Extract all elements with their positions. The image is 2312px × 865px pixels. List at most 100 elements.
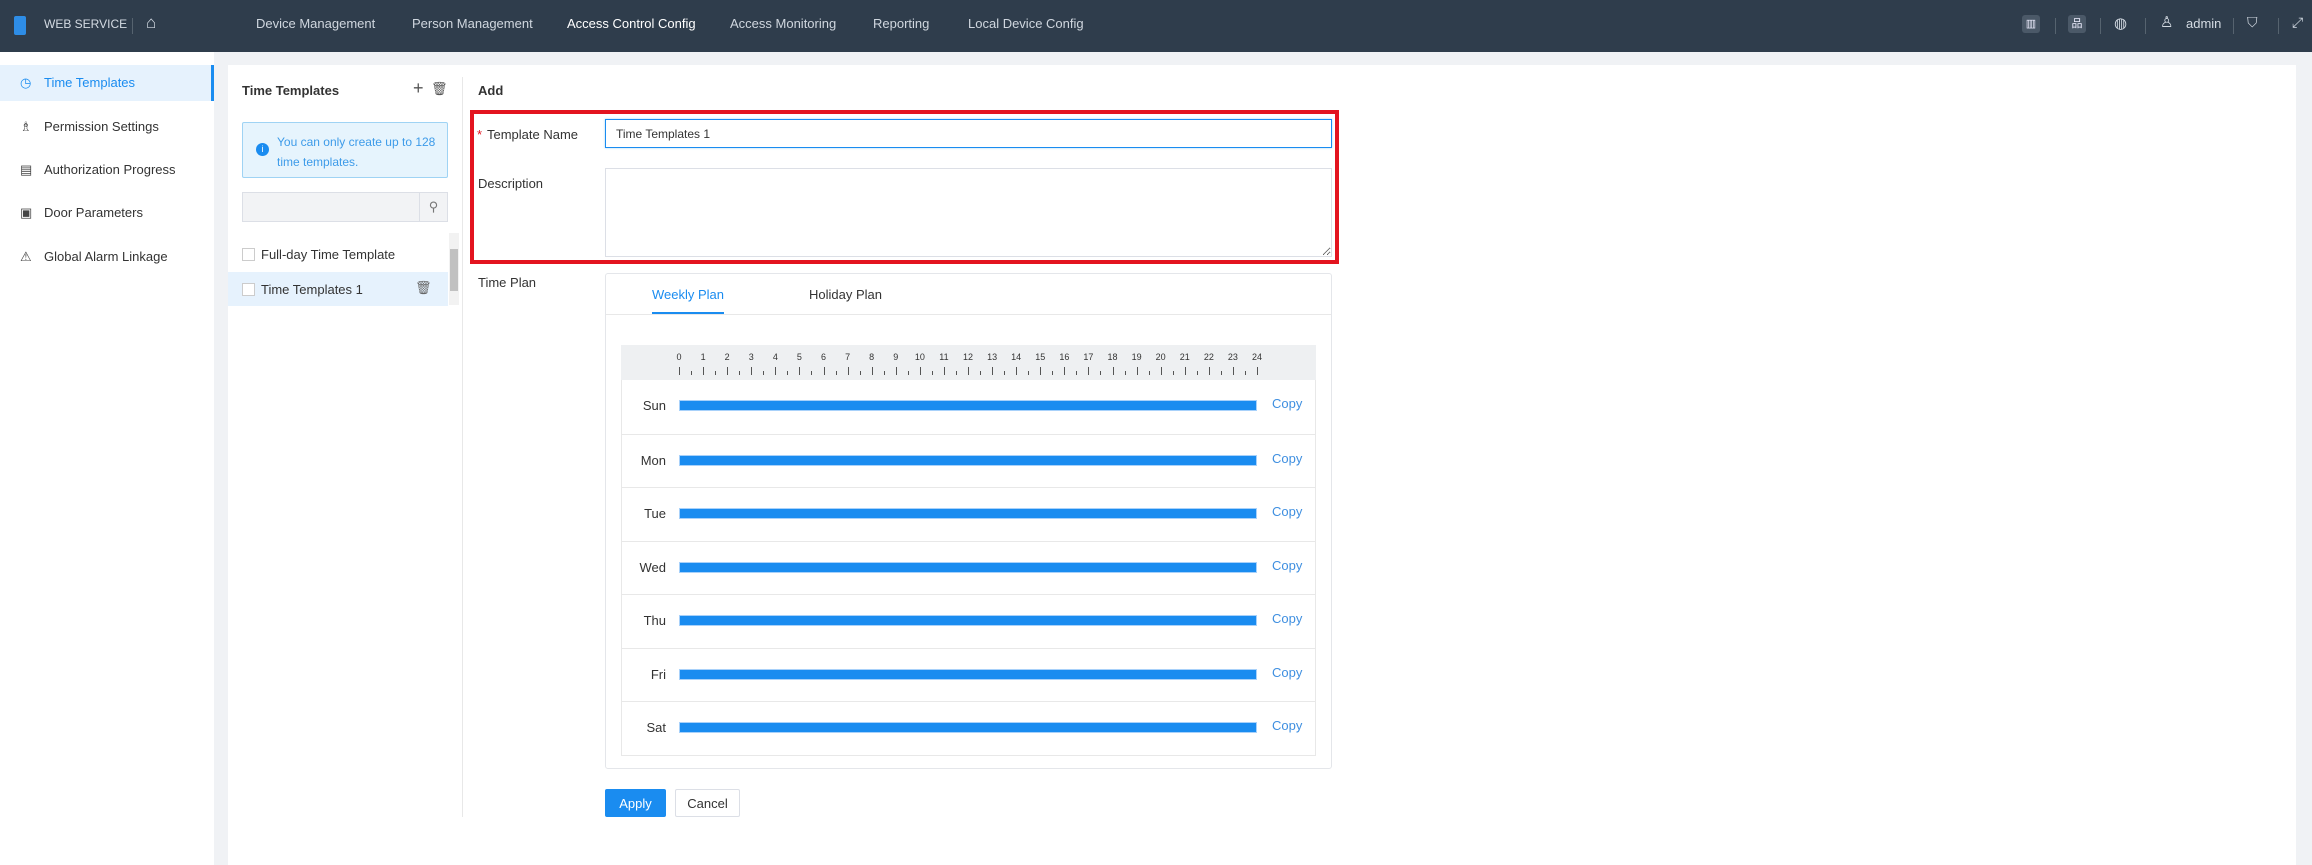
half-hour-tick [1004, 371, 1006, 375]
hour-tick-label: 16 [1059, 352, 1070, 362]
list-item-label: Full-day Time Template [261, 247, 396, 262]
search-input[interactable] [243, 193, 419, 221]
divider [2145, 18, 2146, 34]
hour-tick [1257, 367, 1258, 375]
schedule-bar[interactable] [679, 615, 1257, 626]
time-plan-label: Time Plan [478, 275, 537, 290]
sidebar-item-label: Door Parameters [44, 205, 143, 220]
shield-icon[interactable]: ⛉ [2247, 14, 2258, 31]
sidebar-item-authorization-progress[interactable]: ▤ Authorization Progress [0, 152, 214, 188]
hour-tick [727, 367, 729, 375]
copy-link[interactable]: Copy [1272, 665, 1302, 680]
hour-tick [1040, 367, 1042, 375]
divider [2233, 18, 2234, 34]
list-title: Time Templates [242, 83, 340, 98]
info-text: You can only create up to 128 time templ… [277, 135, 436, 169]
hour-tick-label: 11 [939, 352, 949, 362]
hour-tick-label: 12 [962, 352, 973, 362]
hour-tick-label: 15 [1035, 352, 1046, 362]
schedule-bar[interactable] [679, 668, 1257, 680]
sidebar-item-global-alarm-linkage[interactable]: ⚠ Global Alarm Linkage [0, 239, 214, 275]
hour-tick-label: 0 [676, 352, 682, 362]
nav-access-control-config[interactable]: Access Control Config [567, 0, 696, 52]
nav-reporting[interactable]: Reporting [873, 0, 929, 52]
description-label: Description [478, 176, 544, 191]
hour-tick [751, 367, 753, 375]
schedule-bar[interactable] [679, 454, 1257, 466]
sidebar-item-door-parameters[interactable]: ▣ Door Parameters [0, 195, 214, 231]
half-hour-tick [811, 371, 813, 375]
hour-tick-label: 22 [1203, 352, 1214, 362]
fullscreen-icon[interactable]: ⤢ [2292, 14, 2303, 31]
copy-link[interactable]: Copy [1272, 451, 1302, 466]
add-icon[interactable]: + [413, 78, 424, 99]
checkbox[interactable] [242, 283, 255, 296]
hour-tick-label: 8 [869, 352, 875, 362]
hour-tick-label: 4 [772, 352, 778, 362]
hour-tick-label: 3 [748, 352, 754, 362]
copy-link[interactable]: Copy [1272, 718, 1302, 733]
sidebar-item-time-templates[interactable]: ◷ Time Templates [0, 65, 214, 101]
apply-button[interactable]: Apply [605, 789, 666, 817]
network-icon[interactable]: 品 [2068, 15, 2086, 33]
half-hour-tick [1076, 371, 1078, 375]
hour-tick [1136, 367, 1138, 375]
half-hour-tick [787, 371, 789, 375]
search-icon[interactable]: ⚲ [419, 193, 447, 221]
delete-icon[interactable]: 🗑 [431, 81, 448, 97]
half-hour-tick [980, 371, 982, 375]
template-name-input[interactable] [605, 119, 1332, 148]
schedule-bar[interactable] [679, 722, 1257, 733]
day-row: Mon Copy [621, 433, 1316, 488]
hour-tick [1232, 367, 1234, 375]
checkbox[interactable] [242, 248, 255, 261]
schedule-bar[interactable] [679, 508, 1257, 519]
nav-person-management[interactable]: Person Management [412, 0, 533, 52]
copy-link[interactable]: Copy [1272, 396, 1302, 411]
divider [2100, 18, 2101, 34]
half-hour-tick [1220, 371, 1222, 375]
description-input[interactable] [605, 168, 1332, 257]
tab-weekly-plan[interactable]: Weekly Plan [652, 287, 725, 314]
cancel-button[interactable]: Cancel [675, 789, 740, 817]
copy-link[interactable]: Copy [1272, 611, 1302, 626]
divider [462, 77, 463, 817]
hour-tick-label: 17 [1083, 352, 1094, 362]
half-hour-tick [1148, 371, 1150, 375]
half-hour-tick [1172, 371, 1174, 375]
hour-tick [799, 367, 801, 375]
delete-icon[interactable]: 🗑 [415, 280, 432, 296]
template-name-label: Template Name [487, 127, 579, 142]
hour-tick-label: 13 [987, 352, 998, 362]
list-item[interactable]: Full-day Time Template [228, 237, 448, 273]
half-hour-tick [907, 371, 909, 375]
layout-icon[interactable]: ▥ [2022, 15, 2040, 33]
logo-icon [14, 16, 26, 35]
sidebar-item-permission-settings[interactable]: ♗ Permission Settings [0, 109, 214, 145]
hour-tick-label: 14 [1011, 352, 1022, 362]
username[interactable]: admin [2186, 0, 2221, 48]
nav-local-device-config[interactable]: Local Device Config [968, 0, 1084, 52]
hour-tick-label: 1 [700, 352, 706, 362]
nav-device-management[interactable]: Device Management [256, 0, 375, 52]
copy-link[interactable]: Copy [1272, 504, 1302, 519]
hour-tick [871, 367, 873, 375]
schedule-bar[interactable] [679, 561, 1257, 573]
hour-tick [895, 367, 897, 375]
copy-link[interactable]: Copy [1272, 558, 1302, 573]
user-icon: ♙ [2160, 14, 2174, 31]
home-icon[interactable]: ⌂ [146, 13, 156, 33]
list-item[interactable]: Time Templates 1 🗑 [228, 272, 448, 306]
half-hour-tick [955, 371, 957, 375]
tab-holiday-plan[interactable]: Holiday Plan [809, 287, 882, 302]
hour-tick-label: 7 [845, 352, 851, 362]
scrollbar[interactable] [449, 233, 459, 305]
nav-access-monitoring[interactable]: Access Monitoring [730, 0, 836, 52]
hour-tick [1064, 367, 1066, 375]
hour-tick-label: 6 [820, 352, 826, 362]
alarm-icon: ⚠ [20, 249, 32, 264]
day-label: Fri [650, 666, 666, 682]
divider [2278, 18, 2279, 34]
globe-icon[interactable]: ◍ [2114, 14, 2127, 32]
schedule-bar[interactable] [679, 400, 1257, 411]
